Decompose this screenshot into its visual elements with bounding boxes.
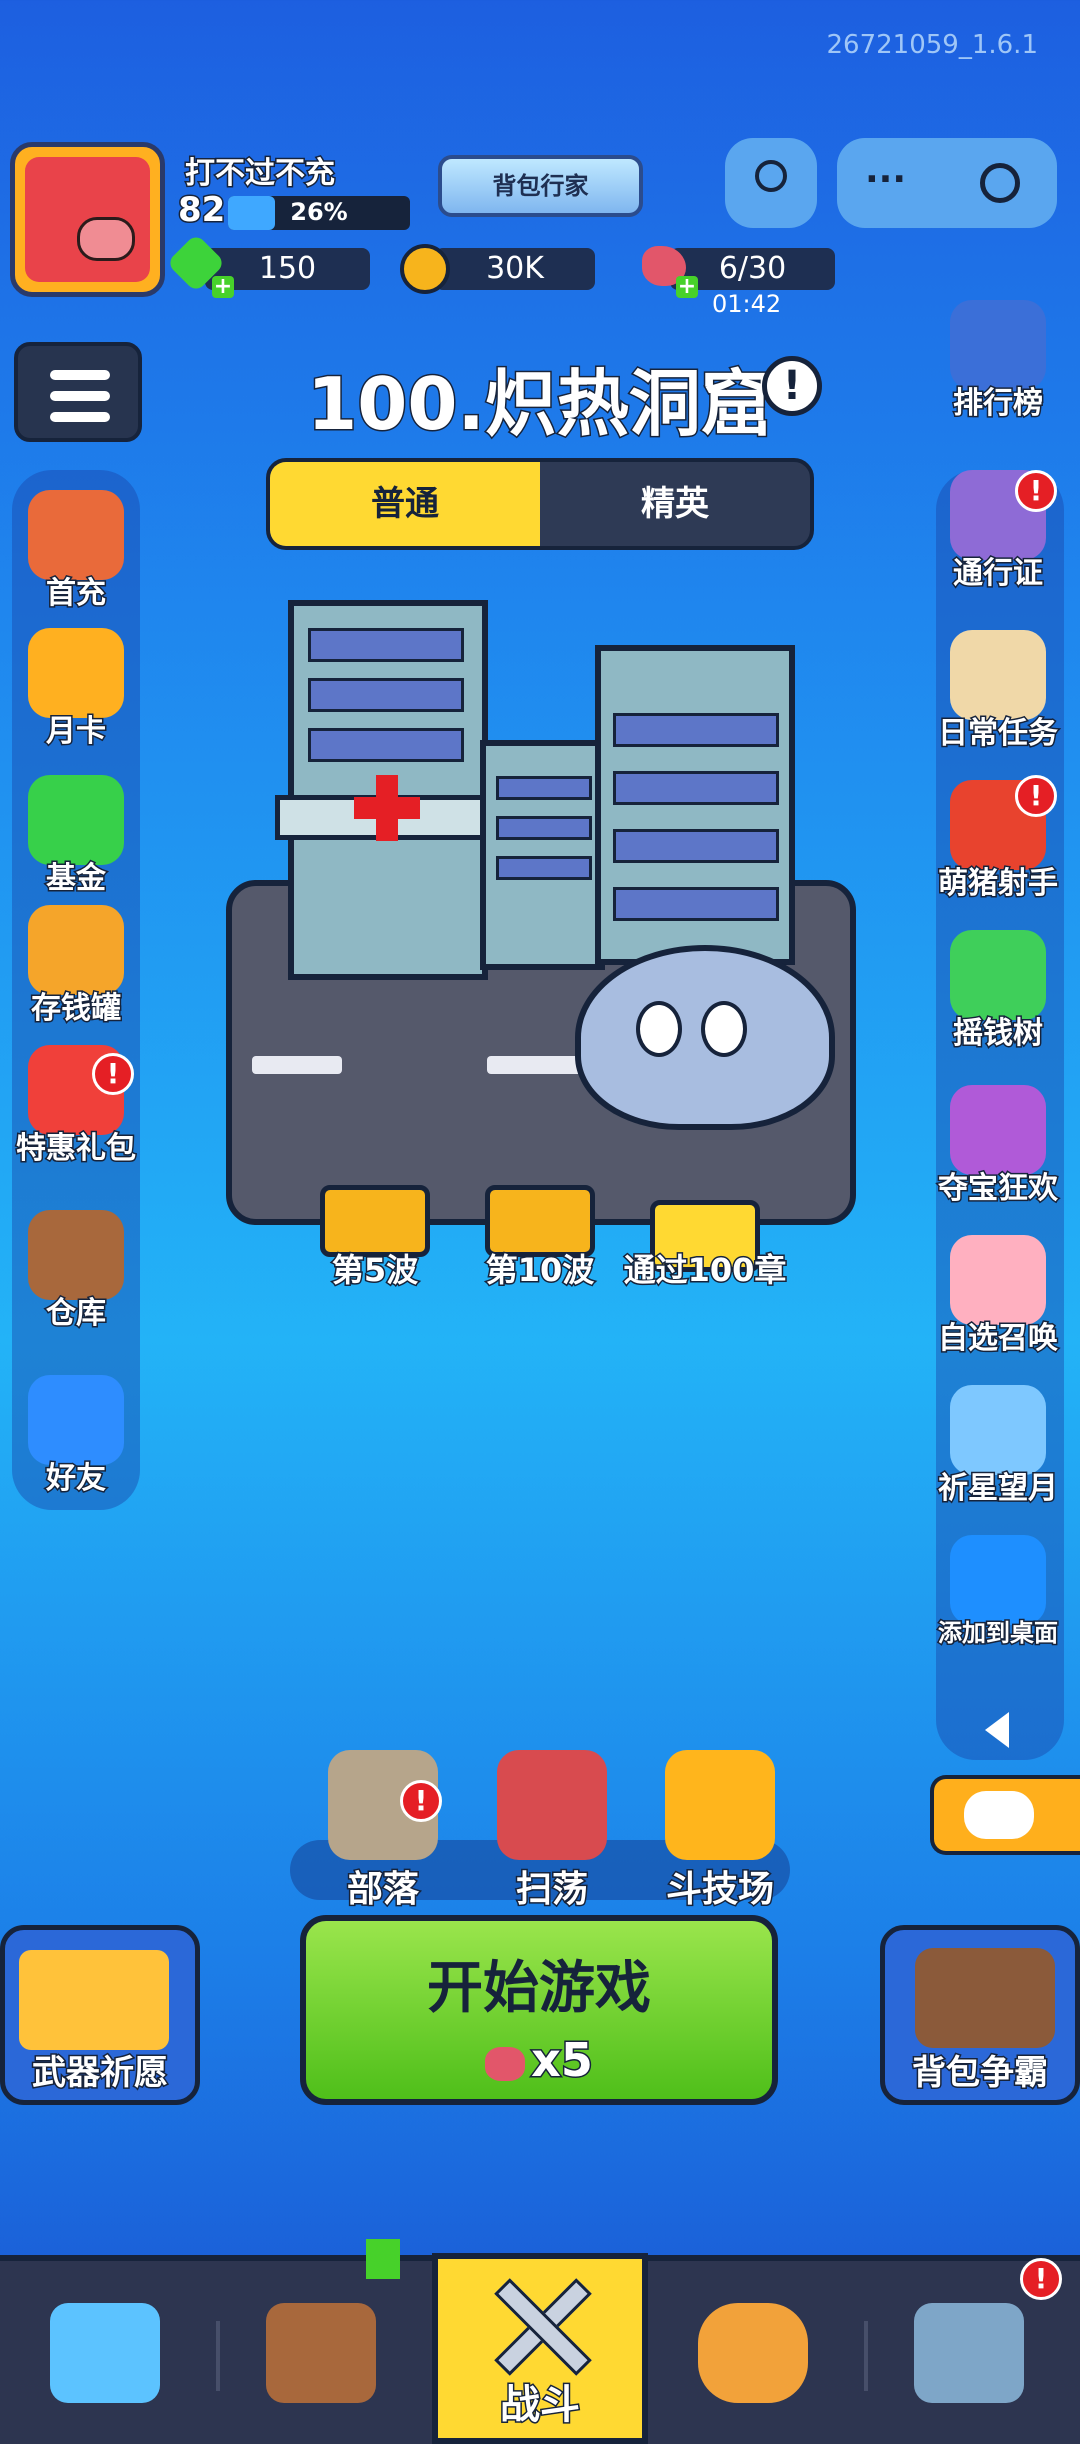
player-level: 82 (176, 189, 226, 232)
backpack-icon (915, 1948, 1055, 2048)
side-item-leaderboard[interactable]: 排行榜 (928, 300, 1068, 423)
player-name: 打不过不充 (184, 155, 337, 193)
coin-counter[interactable]: 30K (435, 248, 595, 290)
mode-tribe[interactable]: 部落 (318, 1750, 448, 1912)
joystick-icon (755, 160, 787, 192)
title-badge[interactable]: 背包行家 (438, 155, 643, 217)
tab-normal[interactable]: 普通 (270, 462, 540, 546)
side-item-friends[interactable]: 好友 (6, 1375, 146, 1498)
xp-percent: 26% (290, 198, 348, 226)
stamina-count: 6/30 (718, 251, 787, 286)
side-item-fund[interactable]: 基金 (6, 775, 146, 898)
level-title: 100.炽热洞窟 (306, 361, 775, 448)
more-icon[interactable]: ··· (865, 162, 906, 198)
side-item-treasure[interactable]: 夺宝狂欢 (928, 1085, 1068, 1208)
mode-arena[interactable]: 斗技场 (650, 1750, 790, 1912)
add-stamina-icon[interactable]: + (676, 276, 698, 298)
reward-label-2: 第10波 (484, 1250, 596, 1291)
gem-count: 150 (258, 251, 317, 286)
upgrade-arrow-icon (366, 2239, 400, 2279)
backpack-battle-button[interactable]: 背包争霸 (880, 1925, 1080, 2105)
start-game-cost: x5 (306, 2032, 772, 2089)
meat-icon (485, 2046, 526, 2081)
friends-icon (28, 1375, 124, 1465)
mode-sweep[interactable]: 扫荡 (487, 1750, 617, 1912)
level-info-button[interactable]: ! (762, 356, 822, 416)
start-game-button[interactable]: 开始游戏 x5 (300, 1915, 778, 2105)
pig-sweep-icon (497, 1750, 607, 1860)
chat-button[interactable] (930, 1775, 1080, 1855)
leaderboard-icon (950, 300, 1046, 390)
joystick-button[interactable] (725, 138, 817, 228)
nav-skills[interactable] (648, 2261, 864, 2444)
star-wish-icon (950, 1385, 1046, 1475)
tribe-alert-badge: ! (400, 1780, 442, 1822)
money-tree-icon (950, 930, 1046, 1020)
scroll-icon (698, 2303, 808, 2403)
start-game-label: 开始游戏 (427, 1956, 651, 2021)
piggy-bank-icon (28, 905, 124, 995)
side-item-star-wish[interactable]: 祈星望月 (928, 1385, 1068, 1508)
tall-building (595, 645, 795, 965)
treasure-icon (950, 1085, 1046, 1175)
pig-shooter-alert-badge: ! (1015, 775, 1057, 817)
shop-icon (50, 2303, 160, 2403)
xp-bar: 26% (228, 196, 410, 230)
warehouse-icon (28, 1210, 124, 1300)
close-target-icon[interactable] (980, 163, 1020, 203)
sword-shield-icon (665, 1750, 775, 1860)
coin-count: 30K (486, 251, 544, 286)
difficulty-tabs: 普通 精英 (266, 458, 814, 550)
stamina-timer: 01:42 (712, 290, 782, 318)
reward-label-1: 第5波 (330, 1250, 419, 1291)
side-item-warehouse[interactable]: 仓库 (6, 1210, 146, 1333)
nav-battle[interactable]: 战斗 (432, 2253, 648, 2444)
side-item-daily-task[interactable]: 日常任务 (928, 630, 1068, 753)
pig-face-icon (25, 157, 150, 282)
gift-alert-badge: ! (92, 1053, 134, 1095)
nav-equipment[interactable] (216, 2239, 432, 2444)
middle-building (480, 740, 605, 970)
bottom-nav: 战斗 (0, 2239, 1080, 2444)
summon-icon (950, 1235, 1046, 1325)
first-charge-icon (28, 490, 124, 580)
slime-boss (575, 945, 835, 1130)
side-item-money-tree[interactable]: 摇钱树 (928, 930, 1068, 1053)
weapon-box-icon (19, 1950, 169, 2050)
crossed-swords-icon (484, 2269, 594, 2379)
base-alert-badge: ! (1020, 2258, 1062, 2300)
reward-label-3: 通过100章 (622, 1250, 788, 1291)
equipment-chest-icon (266, 2303, 376, 2403)
add-desktop-icon (950, 1535, 1046, 1625)
coin-icon (400, 244, 450, 294)
base-building-icon (914, 2303, 1024, 2403)
player-avatar[interactable] (10, 142, 165, 297)
monthly-card-icon (28, 628, 124, 718)
version-label: 26721059_1.6.1 (826, 30, 1039, 60)
daily-task-icon (950, 630, 1046, 720)
side-item-monthly-card[interactable]: 月卡 (6, 628, 146, 751)
red-cross-icon (354, 775, 420, 841)
nav-shop[interactable] (0, 2261, 216, 2444)
side-item-first-charge[interactable]: 首充 (6, 490, 146, 613)
add-gems-icon[interactable]: + (212, 276, 234, 298)
weapon-wish-button[interactable]: 武器祈愿 (0, 1925, 200, 2105)
chat-bubble-icon (964, 1791, 1034, 1839)
tab-elite[interactable]: 精英 (540, 462, 810, 546)
pass-alert-badge: ! (1015, 470, 1057, 512)
side-item-summon[interactable]: 自选召唤 (928, 1235, 1068, 1358)
fund-icon (28, 775, 124, 865)
side-item-piggy-bank[interactable]: 存钱罐 (6, 905, 146, 1028)
collapse-arrow-icon[interactable] (985, 1712, 1009, 1748)
mini-program-capsule[interactable]: ··· (837, 138, 1057, 228)
side-item-add-desktop[interactable]: 添加到桌面 (928, 1535, 1068, 1649)
